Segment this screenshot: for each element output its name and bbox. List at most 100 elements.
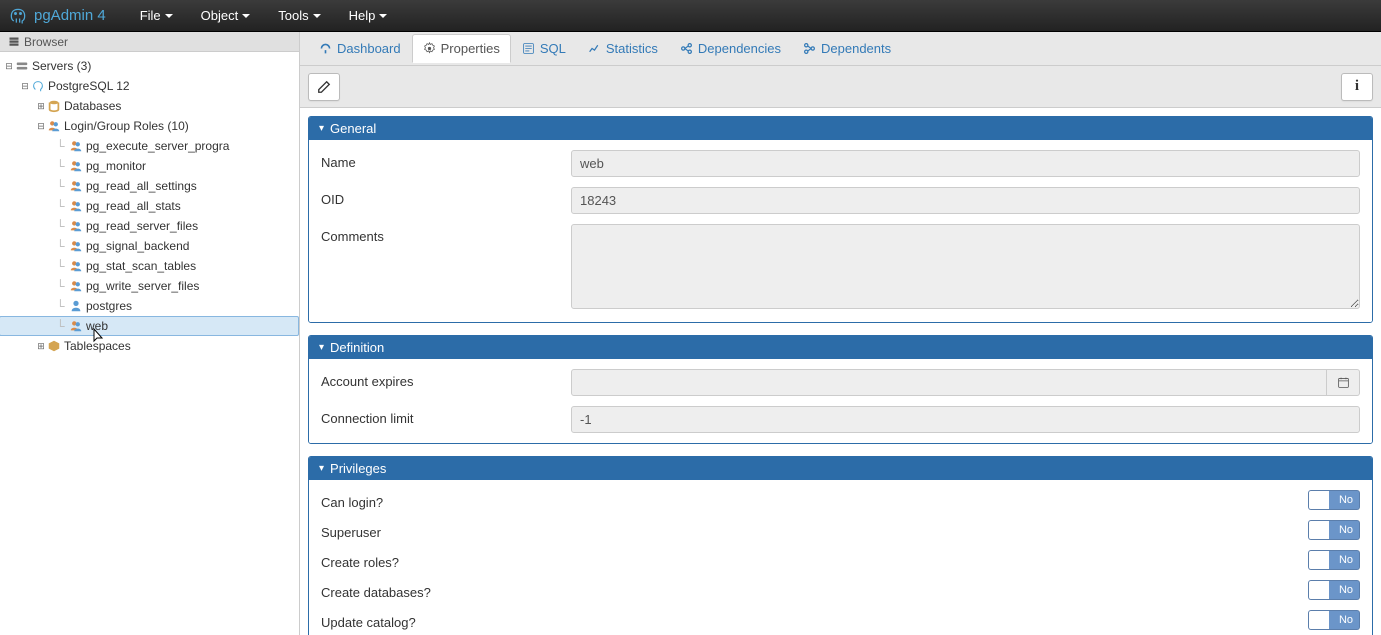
panel-header-definition[interactable]: ▾Definition xyxy=(309,336,1372,359)
collapse-icon[interactable]: ⊟ xyxy=(4,61,14,72)
tree-role-label: pg_read_all_settings xyxy=(86,179,197,193)
tab-dependencies[interactable]: Dependencies xyxy=(669,34,792,63)
tree-role-label: pg_signal_backend xyxy=(86,239,189,253)
properties-toolbar: i xyxy=(300,66,1381,108)
tree-role-pg_read_server_files[interactable]: └pg_read_server_files xyxy=(0,216,299,236)
tree-server-pg12[interactable]: ⊟ PostgreSQL 12 xyxy=(0,76,299,96)
label-oid: OID xyxy=(321,187,571,207)
tree-role-pg_read_all_settings[interactable]: └pg_read_all_settings xyxy=(0,176,299,196)
label-createdb: Create databases? xyxy=(321,580,571,600)
database-icon xyxy=(46,99,62,113)
input-name[interactable] xyxy=(571,150,1360,177)
browser-icon xyxy=(8,36,20,48)
tree-role-label: pg_read_all_stats xyxy=(86,199,181,213)
content-area: Dashboard Properties SQL Statistics Depe… xyxy=(300,32,1381,635)
panel-header-general[interactable]: ▾General xyxy=(309,117,1372,140)
elephant-icon xyxy=(8,6,28,26)
tab-sql[interactable]: SQL xyxy=(511,34,577,63)
pencil-icon xyxy=(317,80,331,94)
toggle-createrole[interactable]: No xyxy=(1308,550,1360,570)
dependents-icon xyxy=(803,42,816,55)
toggle-super[interactable]: No xyxy=(1308,520,1360,540)
group-role-icon xyxy=(68,199,84,213)
toggle-login[interactable]: No xyxy=(1308,490,1360,510)
calendar-button[interactable] xyxy=(1327,369,1360,396)
properties-scroll[interactable]: ▾General Name OID Comments ▾Definition A… xyxy=(300,108,1381,635)
tab-properties[interactable]: Properties xyxy=(412,34,511,63)
chevron-down-icon: ▾ xyxy=(319,342,324,353)
input-oid[interactable] xyxy=(571,187,1360,214)
label-name: Name xyxy=(321,150,571,170)
stats-icon xyxy=(588,42,601,55)
tree-role-pg_read_all_stats[interactable]: └pg_read_all_stats xyxy=(0,196,299,216)
servers-icon xyxy=(14,59,30,73)
panel-privileges: ▾Privileges Can login? No Superuser No Cre… xyxy=(308,456,1373,635)
menu-help[interactable]: Help xyxy=(335,0,402,32)
app-logo: pgAdmin 4 xyxy=(8,6,106,26)
browser-panel: Browser ⊟ Servers (3) ⊟ PostgreSQL 12 ⊞ … xyxy=(0,32,300,635)
label-expires: Account expires xyxy=(321,369,571,389)
group-role-icon xyxy=(68,319,84,333)
tree-role-label: pg_stat_scan_tables xyxy=(86,259,196,273)
menu-object[interactable]: Object xyxy=(187,0,265,32)
object-tree[interactable]: ⊟ Servers (3) ⊟ PostgreSQL 12 ⊞ Database… xyxy=(0,52,299,635)
panel-general: ▾General Name OID Comments xyxy=(308,116,1373,323)
collapse-icon[interactable]: ⊟ xyxy=(36,121,46,132)
toggle-createdb[interactable]: No xyxy=(1308,580,1360,600)
group-role-icon xyxy=(68,259,84,273)
input-connlimit[interactable] xyxy=(571,406,1360,433)
tree-role-pg_write_server_files[interactable]: └pg_write_server_files xyxy=(0,276,299,296)
caret-down-icon xyxy=(242,14,250,18)
panel-definition: ▾Definition Account expires Connection l… xyxy=(308,335,1373,444)
tree-servers[interactable]: ⊟ Servers (3) xyxy=(0,56,299,76)
deps-icon xyxy=(680,42,693,55)
tree-role-label: pg_monitor xyxy=(86,159,146,173)
sql-icon xyxy=(522,42,535,55)
tree-databases[interactable]: ⊞ Databases xyxy=(0,96,299,116)
label-catalog: Update catalog? xyxy=(321,610,571,630)
input-comments[interactable] xyxy=(571,224,1360,309)
edit-button[interactable] xyxy=(308,73,340,101)
tree-role-label: pg_read_server_files xyxy=(86,219,198,233)
input-expires[interactable] xyxy=(571,369,1327,396)
group-role-icon xyxy=(68,279,84,293)
tree-role-postgres[interactable]: └postgres xyxy=(0,296,299,316)
roles-icon xyxy=(46,119,62,133)
top-menu-bar: pgAdmin 4 File Object Tools Help xyxy=(0,0,1381,32)
caret-down-icon xyxy=(313,14,321,18)
tree-role-pg_stat_scan_tables[interactable]: └pg_stat_scan_tables xyxy=(0,256,299,276)
browser-header: Browser xyxy=(0,32,299,52)
caret-down-icon xyxy=(165,14,173,18)
group-role-icon xyxy=(68,159,84,173)
panel-header-privileges[interactable]: ▾Privileges xyxy=(309,457,1372,480)
tree-tablespaces[interactable]: ⊞ Tablespaces xyxy=(0,336,299,356)
menu-file[interactable]: File xyxy=(126,0,187,32)
label-super: Superuser xyxy=(321,520,571,540)
tree-role-label: pg_write_server_files xyxy=(86,279,199,293)
user-icon xyxy=(68,299,84,313)
dashboard-icon xyxy=(319,42,332,55)
tree-role-pg_monitor[interactable]: └pg_monitor xyxy=(0,156,299,176)
tree-role-pg_signal_backend[interactable]: └pg_signal_backend xyxy=(0,236,299,256)
tree-roles[interactable]: ⊟ Login/Group Roles (10) xyxy=(0,116,299,136)
label-login: Can login? xyxy=(321,490,571,510)
tree-role-label: postgres xyxy=(86,299,132,313)
collapse-icon[interactable]: ⊟ xyxy=(20,81,30,92)
expand-icon[interactable]: ⊞ xyxy=(36,101,46,112)
toggle-catalog[interactable]: No xyxy=(1308,610,1360,630)
tab-dashboard[interactable]: Dashboard xyxy=(308,34,412,63)
chevron-down-icon: ▾ xyxy=(319,463,324,474)
label-createrole: Create roles? xyxy=(321,550,571,570)
group-role-icon xyxy=(68,139,84,153)
app-title: pgAdmin 4 xyxy=(34,7,106,24)
group-role-icon xyxy=(68,179,84,193)
label-connlimit: Connection limit xyxy=(321,406,571,426)
tree-role-pg_execute_server_progra[interactable]: └pg_execute_server_progra xyxy=(0,136,299,156)
tab-dependents[interactable]: Dependents xyxy=(792,34,902,63)
expand-icon[interactable]: ⊞ xyxy=(36,341,46,352)
tab-statistics[interactable]: Statistics xyxy=(577,34,669,63)
tree-role-web[interactable]: └web xyxy=(0,316,299,336)
menu-tools[interactable]: Tools xyxy=(264,0,334,32)
info-button[interactable]: i xyxy=(1341,73,1373,101)
group-role-icon xyxy=(68,239,84,253)
